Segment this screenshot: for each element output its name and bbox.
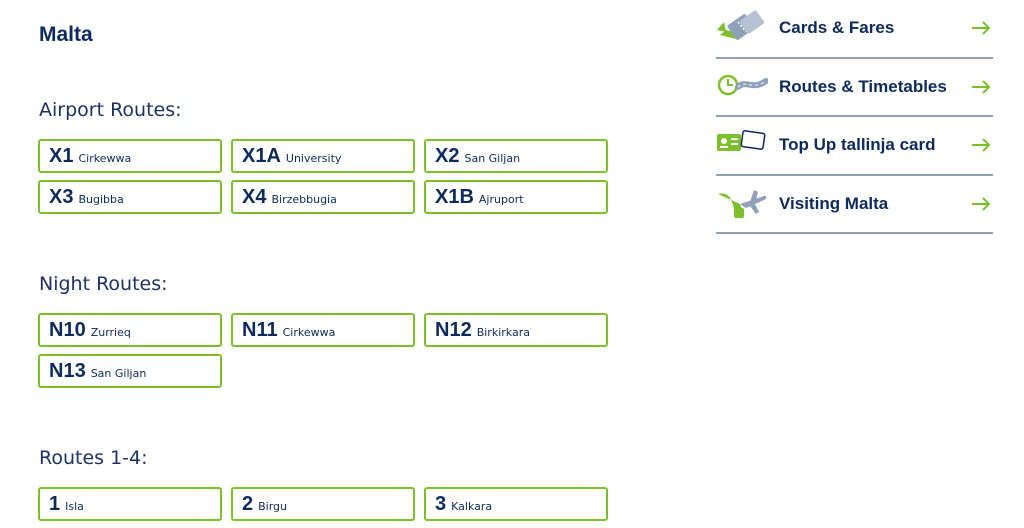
route-code: N12 xyxy=(435,319,472,341)
page-title: Malta xyxy=(39,23,93,46)
quick-link-label: Visiting Malta xyxy=(779,193,889,213)
route-code: 2 xyxy=(242,493,254,515)
ticket-icon xyxy=(717,10,764,41)
route-card-2[interactable]: 2 Birgu xyxy=(231,487,415,521)
card-topup-icon xyxy=(717,130,766,152)
route-destination: Isla xyxy=(65,500,84,513)
route-card-x1a[interactable]: X1A University xyxy=(231,139,415,173)
route-destination: Bugibba xyxy=(78,193,124,206)
route-code: 1 xyxy=(49,493,61,515)
route-destination: Cirkewwa xyxy=(78,152,132,165)
route-card-x1[interactable]: X1 Cirkewwa xyxy=(38,139,222,173)
routes-1-4-heading: Routes 1-4: xyxy=(39,447,148,469)
route-destination: Kalkara xyxy=(451,500,493,513)
route-destination: San Giljan xyxy=(90,367,147,380)
quick-link-routes-timetables[interactable]: Routes & Timetables xyxy=(716,59,993,117)
route-code: X1A xyxy=(242,145,281,167)
quick-link-label: Top Up tallinja card xyxy=(779,135,936,155)
route-code: N11 xyxy=(242,319,278,341)
route-code: X2 xyxy=(435,145,460,167)
route-code: X3 xyxy=(49,186,74,208)
route-destination: University xyxy=(285,152,342,165)
route-code: N10 xyxy=(49,319,86,341)
route-card-n11[interactable]: N11 Cirkewwa xyxy=(231,313,415,347)
route-code: 3 xyxy=(435,493,447,515)
airplane-icon xyxy=(718,189,767,218)
quick-link-visiting-malta[interactable]: Visiting Malta xyxy=(716,176,993,234)
arrow-right-icon xyxy=(972,21,991,35)
route-code: N13 xyxy=(49,360,86,382)
route-card-n12[interactable]: N12 Birkirkara xyxy=(424,313,608,347)
quick-link-cards-fares[interactable]: Cards & Fares xyxy=(716,0,993,59)
quick-link-label: Routes & Timetables xyxy=(779,76,947,96)
route-card-x3[interactable]: X3 Bugibba xyxy=(38,180,222,214)
clock-road-icon xyxy=(717,74,768,95)
route-destination: Birzebbugia xyxy=(271,193,337,206)
routes-1-4-grid: 1 Isla 2 Birgu 3 Kalkara xyxy=(38,487,608,528)
route-destination: Birgu xyxy=(258,500,288,513)
quick-link-top-up[interactable]: Top Up tallinja card xyxy=(716,117,993,176)
route-code: X4 xyxy=(242,186,267,208)
arrow-right-icon xyxy=(972,138,991,152)
route-card-x2[interactable]: X2 San Giljan xyxy=(424,139,608,173)
quick-link-label: Cards & Fares xyxy=(779,18,895,38)
route-destination: Cirkewwa xyxy=(282,326,336,339)
airport-routes-grid: X1 Cirkewwa X1A University X2 San Giljan X3… xyxy=(38,139,608,221)
route-destination: Zurrieq xyxy=(90,326,131,339)
route-card-3[interactable]: 3 Kalkara xyxy=(424,487,608,521)
route-card-1[interactable]: 1 Isla xyxy=(38,487,222,521)
route-code: X1B xyxy=(435,186,474,208)
airport-routes-heading: Airport Routes: xyxy=(39,99,182,121)
route-card-x1b[interactable]: X1B Ajruport xyxy=(424,180,608,214)
arrow-right-icon xyxy=(972,197,991,211)
arrow-right-icon xyxy=(972,80,991,94)
route-code: X1 xyxy=(49,145,74,167)
route-destination: San Giljan xyxy=(464,152,521,165)
route-card-x4[interactable]: X4 Birzebbugia xyxy=(231,180,415,214)
route-destination: Ajruport xyxy=(478,193,524,206)
night-routes-grid: N10 Zurrieq N11 Cirkewwa N12 Birkirkara N13… xyxy=(38,313,608,395)
route-card-n13[interactable]: N13 San Giljan xyxy=(38,354,222,388)
route-card-n10[interactable]: N10 Zurrieq xyxy=(38,313,222,347)
night-routes-heading: Night Routes: xyxy=(39,273,168,295)
route-destination: Birkirkara xyxy=(476,326,530,339)
quick-links-sidebar: Cards & Fares Routes & Timetables Top Up… xyxy=(716,0,993,234)
